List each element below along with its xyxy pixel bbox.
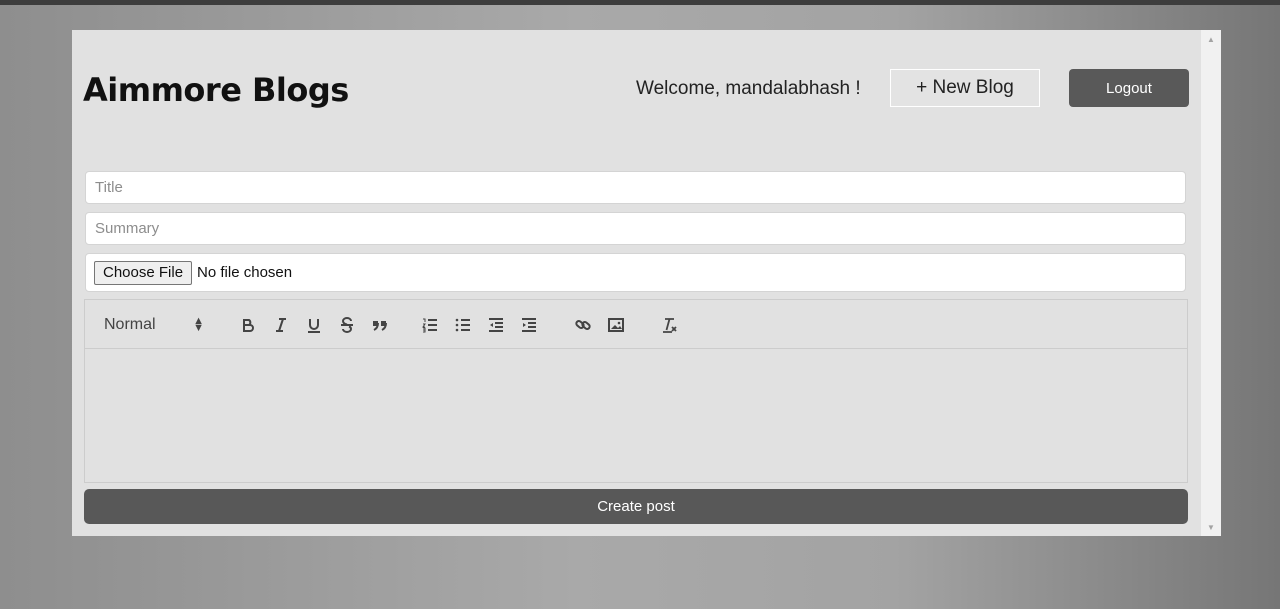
editor-toolbar: Normal ▲ ▼ bbox=[85, 300, 1187, 349]
scroll-up-arrow-icon[interactable]: ▲ bbox=[1201, 32, 1221, 46]
create-post-button[interactable]: Create post bbox=[84, 489, 1188, 524]
page-title: Aimmore Blogs bbox=[83, 71, 349, 109]
select-arrows-icon: ▲ ▼ bbox=[193, 315, 204, 334]
summary-input[interactable] bbox=[86, 213, 1185, 244]
editor-content-area[interactable] bbox=[85, 349, 1187, 483]
header-select-value: Normal bbox=[104, 316, 156, 333]
clear-format-icon[interactable] bbox=[658, 314, 680, 336]
scrollbar[interactable]: ▲ ▼ bbox=[1201, 30, 1221, 536]
choose-file-button[interactable]: Choose File bbox=[94, 260, 193, 285]
indent-icon[interactable] bbox=[518, 314, 540, 336]
bullet-list-icon[interactable] bbox=[452, 314, 474, 336]
new-blog-button[interactable]: + New Blog bbox=[890, 69, 1040, 107]
outdent-icon[interactable] bbox=[485, 314, 507, 336]
bold-icon[interactable] bbox=[237, 314, 259, 336]
file-field: Choose File No file chosen bbox=[85, 253, 1186, 292]
title-input[interactable] bbox=[86, 172, 1185, 203]
welcome-message: Welcome, mandalabhash ! bbox=[636, 78, 861, 99]
underline-icon[interactable] bbox=[303, 314, 325, 336]
italic-icon[interactable] bbox=[270, 314, 292, 336]
top-bar bbox=[0, 0, 1280, 5]
strike-icon[interactable] bbox=[336, 314, 358, 336]
title-field[interactable] bbox=[85, 171, 1186, 204]
header-select[interactable]: Normal ▲ ▼ bbox=[104, 314, 208, 336]
blog-editor-card: Aimmore Blogs Welcome, mandalabhash ! + … bbox=[72, 30, 1201, 536]
file-status: No file chosen bbox=[197, 264, 293, 281]
rich-text-editor: Normal ▲ ▼ bbox=[84, 299, 1188, 483]
image-icon[interactable] bbox=[605, 314, 627, 336]
logout-button[interactable]: Logout bbox=[1069, 69, 1189, 107]
link-icon[interactable] bbox=[572, 314, 594, 336]
blockquote-icon[interactable] bbox=[369, 314, 391, 336]
ordered-list-icon[interactable] bbox=[419, 314, 441, 336]
summary-field[interactable] bbox=[85, 212, 1186, 245]
scroll-down-arrow-icon[interactable]: ▼ bbox=[1201, 520, 1221, 534]
